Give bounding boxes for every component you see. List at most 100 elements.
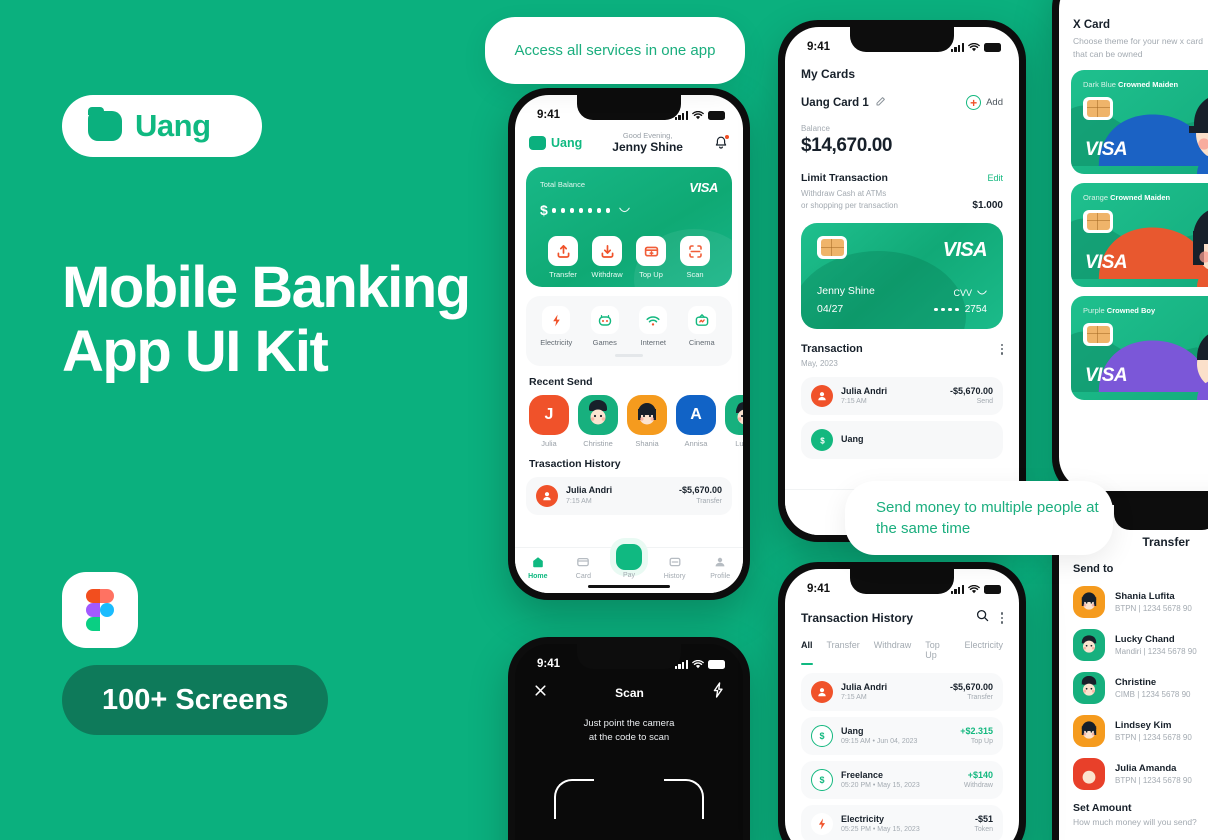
visa-logo: VISA [942, 239, 988, 262]
tab-transfer[interactable]: Transfer [827, 640, 860, 660]
theme-card-option[interactable]: Orange Crowned Maiden VISA [1071, 182, 1208, 287]
recipient-item[interactable]: Lucky Chand Mandiri | 1234 5678 90 [1073, 629, 1208, 661]
nav-item-pay[interactable]: Pay [609, 544, 649, 579]
service-internet[interactable]: Internet [631, 306, 675, 347]
contact-item[interactable]: Christine [578, 394, 618, 448]
eye-off-icon[interactable] [619, 201, 631, 219]
quick-action-withdraw[interactable]: Withdraw [586, 236, 628, 279]
contact-item[interactable]: Shania [627, 394, 667, 448]
recipient-item[interactable]: Shania Lufita BTPN | 1234 5678 90 [1073, 586, 1208, 618]
contact-name: Lucky [735, 438, 743, 448]
recipient-name: Lucky Chand [1115, 634, 1175, 645]
recipient-item[interactable]: Christine CIMB | 1234 5678 90 [1073, 672, 1208, 704]
quick-action-scan[interactable]: Scan [674, 236, 716, 279]
row-category: Withdraw [963, 782, 993, 790]
history-icon [655, 554, 695, 571]
pay-icon [615, 544, 642, 570]
contact-item[interactable]: J Julia [529, 394, 569, 448]
row-name: Electricity [841, 814, 885, 825]
row-category: Top Up [970, 738, 993, 746]
contact-item[interactable]: Lucky [725, 394, 743, 448]
arrow-down-withdraw-icon [592, 236, 622, 267]
wallet-icon [88, 107, 122, 141]
theme-color-name: Dark Blue [1083, 79, 1116, 89]
plus-icon: + [966, 95, 982, 110]
page-title: Mobile Banking App UI Kit [62, 255, 471, 384]
card-topup-icon [636, 236, 666, 267]
recipient-name: Lindsey Kim [1115, 720, 1172, 731]
row-name: Julia Andri [841, 682, 888, 693]
tab-topup[interactable]: Top Up [925, 640, 950, 660]
search-icon[interactable] [976, 609, 989, 627]
add-card-button[interactable]: + Add [966, 95, 1003, 110]
row-name: Freelance [841, 770, 884, 781]
wallet-icon [529, 136, 546, 151]
x-card-desc-line2: that can be owned [1073, 48, 1143, 59]
credit-card-visual[interactable]: VISA Jenny Shine 04/27 CVV 2754 [801, 223, 1003, 330]
transaction-month: May, 2023 [801, 359, 838, 369]
kebab-menu-icon[interactable] [1000, 343, 1003, 355]
card-icon [563, 554, 603, 571]
notification-bell-icon[interactable] [713, 134, 730, 151]
table-row[interactable]: Julia Andri 7:15 AM -$5,670.00 Transfer [801, 673, 1003, 711]
services-panel: Electricity Games Internet Cinema [526, 296, 732, 366]
transaction-row[interactable]: $ Uang [801, 421, 1003, 460]
tab-all[interactable]: All [801, 640, 813, 665]
recent-send-title: Recent Send [529, 375, 593, 388]
svg-text:$: $ [820, 436, 825, 445]
quick-action-transfer[interactable]: Transfer [542, 236, 584, 279]
tab-electricity[interactable]: Electricity [964, 640, 1003, 660]
nav-item-card[interactable]: Card [563, 554, 603, 580]
phone-notch [577, 95, 681, 120]
brand-logo-pill: Uang [62, 95, 262, 157]
pencil-icon[interactable] [875, 96, 886, 110]
home-icon [518, 554, 558, 571]
tab-withdraw[interactable]: Withdraw [874, 640, 912, 660]
limit-description: Withdraw Cash at ATMs or shopping per tr… [801, 188, 898, 211]
scan-hint-line2: at the code to scan [588, 732, 670, 744]
limit-edit-button[interactable]: Edit [987, 173, 1003, 183]
quick-action-topup[interactable]: Top Up [630, 236, 672, 279]
table-row[interactable]: $ Freelance 05:20 PM • May 15, 2023 +$14… [801, 761, 1003, 799]
greeting-text: Good Evening, [622, 131, 673, 140]
transaction-name: Uang [841, 434, 864, 445]
eye-off-icon[interactable] [977, 288, 987, 298]
table-row[interactable]: $ Uang 09:15 AM • Jun 04, 2023 +$2.315 T… [801, 717, 1003, 755]
tv-icon [687, 306, 716, 335]
transaction-name: Julia Andri [841, 385, 888, 396]
status-time: 9:41 [807, 41, 831, 53]
transaction-type: Send [976, 398, 993, 406]
nav-item-history[interactable]: History [655, 554, 695, 580]
svg-text:$: $ [819, 731, 824, 741]
theme-card-option[interactable]: Dark Blue Crowned Maiden VISA [1071, 69, 1208, 174]
transaction-time: 7:15 AM [566, 498, 592, 506]
flash-bolt-icon[interactable] [711, 682, 725, 703]
balance-value: $14,670.00 [801, 135, 893, 156]
scan-hint: Just point the camera at the code to sca… [515, 717, 743, 746]
service-cinema[interactable]: Cinema [680, 306, 724, 347]
avatar [725, 394, 743, 435]
service-games[interactable]: Games [583, 306, 627, 347]
kebab-menu-icon[interactable] [1000, 612, 1003, 624]
masked-balance[interactable]: $ [540, 201, 718, 219]
avatar [627, 394, 667, 435]
home-indicator [588, 584, 670, 588]
arrow-up-transfer-icon [548, 236, 578, 267]
row-name: Uang [841, 726, 864, 737]
send-to-label: Send to [1073, 563, 1114, 575]
profile-icon [700, 554, 740, 571]
status-time: 9:41 [807, 583, 831, 595]
table-row[interactable]: Electricity 05:25 PM • May 15, 2023 -$51… [801, 805, 1003, 840]
theme-card-option[interactable]: Purple Crowned Boy VISA [1071, 295, 1208, 400]
figma-badge [62, 572, 138, 648]
transaction-row[interactable]: Julia Andri 7:15 AM -$5,670.00 Send [801, 377, 1003, 416]
contact-item[interactable]: A Annisa [676, 394, 716, 448]
nav-item-home[interactable]: Home [518, 554, 558, 580]
service-electricity[interactable]: Electricity [534, 306, 578, 347]
close-x-icon[interactable] [533, 683, 548, 703]
recipient-item[interactable]: Lindsey Kim BTPN | 1234 5678 90 [1073, 715, 1208, 747]
transaction-row[interactable]: Julia Andri 7:15 AM -$5,670.00 Transfer [526, 476, 732, 515]
nav-item-profile[interactable]: Profile [700, 554, 740, 580]
recipient-item[interactable]: Julia Amanda BTPN | 1234 5678 90 [1073, 758, 1208, 790]
balance-label: Balance [801, 124, 830, 133]
